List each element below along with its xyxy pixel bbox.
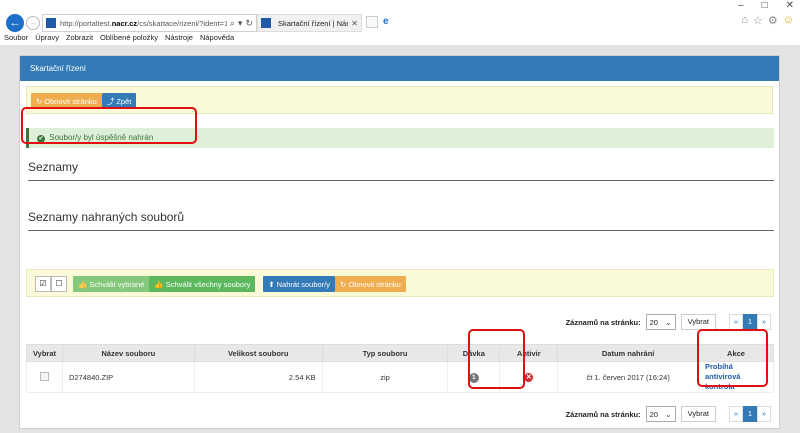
- pagination-next[interactable]: »: [757, 314, 771, 330]
- pagination: « 1 »: [729, 314, 771, 330]
- back-arrow-icon: ⤴: [106, 96, 115, 106]
- refresh-icon[interactable]: ↻: [245, 18, 253, 29]
- approve-all-button[interactable]: 👍 Schválit všechny soubory: [149, 276, 256, 292]
- pagination-prev[interactable]: «: [729, 406, 743, 422]
- table-row: D274840.ZIP 2.54 KB zip 1 ✕ čt 1. červen…: [26, 361, 774, 393]
- upload-icon: ⬆: [268, 279, 275, 289]
- search-icon[interactable]: ⌕: [230, 18, 235, 29]
- file-size: 2.54 KB: [193, 361, 323, 393]
- forward-arrow-icon[interactable]: →: [26, 16, 40, 30]
- col-header-name: Název souboru: [61, 344, 195, 362]
- menu-oblibene[interactable]: Oblíbené položky: [100, 33, 158, 42]
- minimize-button[interactable]: –: [738, 0, 744, 11]
- menu-nastroje[interactable]: Nástroje: [165, 33, 193, 42]
- files-table: Vybrat Název souboru Velikost souboru Ty…: [26, 344, 774, 393]
- browser-tab[interactable]: Skartační řízení | Národní ar... ✕: [257, 14, 362, 32]
- chevron-down-icon: ⌄: [665, 409, 672, 419]
- maximize-button[interactable]: □: [762, 0, 768, 11]
- pagination-page-1[interactable]: 1: [743, 314, 757, 330]
- menu-upravy[interactable]: Úpravy: [35, 33, 59, 42]
- row-select-checkbox[interactable]: [39, 371, 49, 381]
- feedback-smiley-icon[interactable]: ☺: [783, 14, 794, 27]
- per-page-select[interactable]: 20 ⌄: [645, 314, 676, 330]
- upload-files-button[interactable]: ⬆ Nahrát soubor/y: [263, 276, 336, 292]
- close-window-button[interactable]: ✕: [786, 0, 794, 11]
- approve-selected-button[interactable]: 👍 Schválit vybrané: [73, 276, 150, 292]
- refresh-icon: ↻: [340, 279, 347, 289]
- settings-gear-icon[interactable]: ⚙: [768, 14, 778, 27]
- per-page-label: Záznamů na stránku:: [565, 317, 641, 327]
- menu-napoveda[interactable]: Nápověda: [200, 33, 234, 42]
- deselect-all-checkbox-button[interactable]: ☐: [51, 276, 67, 292]
- thumbs-up-icon: 👍: [78, 279, 88, 289]
- pagination-page-1[interactable]: 1: [743, 406, 757, 422]
- window-controls: – □ ✕: [738, 0, 794, 11]
- back-arrow-icon[interactable]: ←: [6, 14, 24, 32]
- home-icon[interactable]: ⌂: [741, 14, 748, 27]
- pagination: « 1 »: [729, 406, 771, 422]
- col-header-select: Vybrat: [26, 344, 63, 362]
- tab-favicon-icon: [261, 18, 271, 28]
- address-bar[interactable]: http://portaltest.nacr.cz/cs/skartace/ri…: [42, 14, 257, 32]
- pager-top: Záznamů na stránku: 20 ⌄ Vybrat « 1 »: [566, 314, 771, 330]
- annotation-highlight-action: [697, 329, 768, 387]
- favorites-star-icon[interactable]: ☆: [753, 14, 763, 27]
- file-name: D274840.ZIP: [61, 361, 195, 393]
- browser-chrome: – □ ✕ ← → http://portaltest.nacr.cz/cs/s…: [0, 0, 800, 44]
- ie-icon[interactable]: e: [383, 16, 389, 27]
- annotation-highlight-antivirus: [468, 329, 525, 389]
- apply-per-page-button[interactable]: Vybrat: [680, 406, 716, 422]
- menu-zobrazit[interactable]: Zobrazit: [66, 33, 93, 42]
- refresh-list-button[interactable]: ↻ Obnovit stránku: [335, 276, 406, 292]
- annotation-highlight-alert: [21, 107, 197, 144]
- pager-bottom: Záznamů na stránku: 20 ⌄ Vybrat « 1 »: [566, 406, 771, 422]
- dropdown-icon[interactable]: ▾: [238, 18, 243, 29]
- pagination-next[interactable]: »: [757, 406, 771, 422]
- apply-per-page-button[interactable]: Vybrat: [680, 314, 716, 330]
- upload-date: čt 1. červen 2017 (16:24): [557, 361, 700, 393]
- pagination-prev[interactable]: «: [729, 314, 743, 330]
- tab-close-icon[interactable]: ✕: [351, 19, 358, 28]
- new-tab-button[interactable]: [366, 16, 378, 28]
- per-page-select[interactable]: 20 ⌄: [645, 406, 676, 422]
- section-lists-title: Seznamy: [28, 160, 774, 181]
- files-toolbar: ☑ ☐ 👍 Schválit vybrané 👍 Schválit všechn…: [26, 269, 774, 297]
- col-header-type: Typ souboru: [321, 344, 449, 362]
- site-favicon-icon: [46, 18, 56, 28]
- thumbs-up-icon: 👍: [154, 279, 164, 289]
- tab-title: Skartační řízení | Národní ar...: [278, 18, 349, 28]
- menu-bar: Soubor Úpravy Zobrazit Oblíbené položky …: [4, 33, 234, 42]
- section-uploaded-title: Seznamy nahraných souborů: [28, 210, 774, 231]
- refresh-icon: ↻: [36, 96, 43, 106]
- chevron-down-icon: ⌄: [665, 317, 672, 327]
- col-header-date: Datum nahrání: [557, 344, 700, 362]
- col-header-size: Velikost souboru: [193, 344, 323, 362]
- url-text[interactable]: http://portaltest.nacr.cz/cs/skartace/ri…: [60, 19, 227, 28]
- select-all-checkbox-button[interactable]: ☑: [35, 276, 51, 292]
- browser-toolbar-icons: ⌂ ☆ ⚙ ☺: [741, 14, 794, 27]
- file-type: zip: [321, 361, 449, 393]
- menu-soubor[interactable]: Soubor: [4, 33, 28, 42]
- panel-title: Skartační řízení: [20, 56, 779, 81]
- page-background: Skartační řízení ↻ Obnovit stránku ⤴ Zpě…: [0, 45, 800, 433]
- per-page-label: Záznamů na stránku:: [565, 409, 641, 419]
- table-header-row: Vybrat Název souboru Velikost souboru Ty…: [26, 344, 774, 362]
